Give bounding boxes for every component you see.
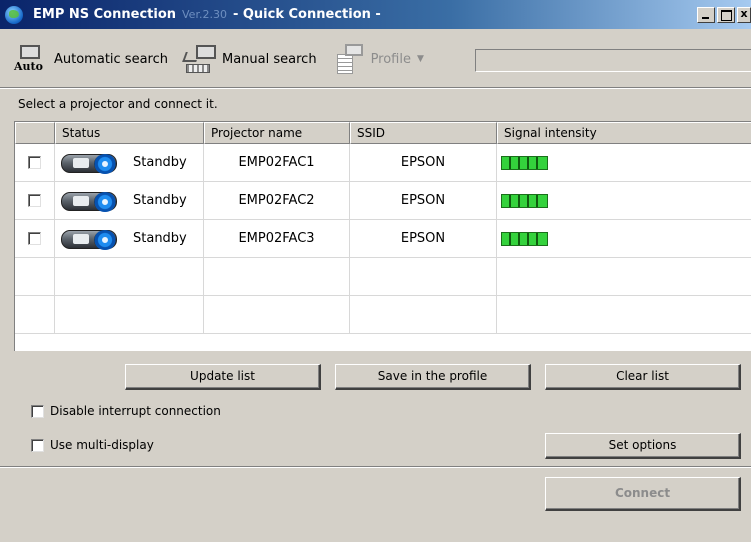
instruction-text: Select a projector and connect it. bbox=[18, 97, 218, 111]
window-version: Ver.2.30 bbox=[182, 8, 227, 21]
toolbar-divider bbox=[0, 87, 751, 89]
table-row[interactable]: Standby EMP02FAC3 EPSON bbox=[15, 220, 751, 258]
save-in-profile-button[interactable]: Save in the profile bbox=[335, 364, 531, 390]
status-text: Standby bbox=[133, 193, 187, 208]
multi-display-option[interactable]: Use multi-display bbox=[31, 438, 154, 452]
status-text: Standby bbox=[133, 231, 187, 246]
row-checkbox[interactable] bbox=[28, 232, 41, 245]
signal-strength-icon bbox=[501, 155, 548, 170]
projector-table: Status Projector name SSID Signal intens… bbox=[14, 121, 751, 351]
window-title: EMP NS Connection bbox=[33, 7, 176, 22]
status-text: Standby bbox=[133, 155, 187, 170]
automatic-search-icon: Auto bbox=[14, 42, 50, 76]
window-subtitle: - Quick Connection - bbox=[232, 7, 381, 22]
row-checkbox[interactable] bbox=[28, 194, 41, 207]
multi-display-checkbox[interactable] bbox=[31, 438, 44, 452]
profile-label: Profile bbox=[370, 51, 411, 67]
manual-search-button[interactable]: Manual search bbox=[182, 42, 317, 76]
header-status[interactable]: Status bbox=[55, 122, 204, 144]
projector-icon bbox=[61, 189, 119, 213]
automatic-search-button[interactable]: Auto Automatic search bbox=[14, 42, 168, 76]
multi-display-label: Use multi-display bbox=[50, 438, 154, 452]
header-signal-intensity[interactable]: Signal intensity bbox=[497, 122, 751, 144]
disable-interrupt-checkbox[interactable] bbox=[31, 404, 44, 418]
row-checkbox[interactable] bbox=[28, 156, 41, 169]
header-select[interactable] bbox=[15, 122, 55, 144]
footer-divider bbox=[0, 466, 751, 468]
profile-path-field bbox=[475, 49, 751, 72]
signal-strength-icon bbox=[501, 193, 548, 208]
header-projector-name[interactable]: Projector name bbox=[204, 122, 350, 144]
quick-connection-window: EMP NS Connection Ver.2.30 - Quick Conne… bbox=[0, 0, 751, 542]
ssid: EPSON bbox=[400, 231, 446, 246]
projector-name: EMP02FAC2 bbox=[238, 193, 315, 208]
table-row[interactable]: Standby EMP02FAC1 EPSON bbox=[15, 144, 751, 182]
close-button[interactable]: x bbox=[737, 6, 751, 23]
disable-interrupt-option[interactable]: Disable interrupt connection bbox=[31, 404, 221, 418]
set-options-button[interactable]: Set options bbox=[545, 433, 741, 459]
clear-list-button[interactable]: Clear list bbox=[545, 364, 741, 390]
signal-strength-icon bbox=[501, 231, 548, 246]
maximize-button[interactable] bbox=[717, 6, 735, 23]
projector-name: EMP02FAC1 bbox=[238, 155, 315, 170]
manual-search-icon bbox=[182, 42, 218, 76]
ssid: EPSON bbox=[400, 155, 446, 170]
table-header: Status Projector name SSID Signal intens… bbox=[15, 122, 751, 144]
projector-icon bbox=[61, 151, 119, 175]
manual-search-label: Manual search bbox=[222, 51, 317, 67]
update-list-button[interactable]: Update list bbox=[125, 364, 321, 390]
empty-row bbox=[15, 258, 751, 296]
profile-icon bbox=[331, 42, 367, 76]
table-row[interactable]: Standby EMP02FAC2 EPSON bbox=[15, 182, 751, 220]
title-bar[interactable]: EMP NS Connection Ver.2.30 - Quick Conne… bbox=[0, 0, 751, 29]
profile-button[interactable]: Profile ▼ bbox=[331, 42, 424, 76]
disable-interrupt-label: Disable interrupt connection bbox=[50, 404, 221, 418]
automatic-search-label: Automatic search bbox=[54, 51, 168, 67]
header-ssid[interactable]: SSID bbox=[350, 122, 497, 144]
connect-button[interactable]: Connect bbox=[545, 477, 741, 511]
minimize-button[interactable] bbox=[697, 6, 715, 23]
globe-icon bbox=[5, 4, 29, 26]
table-body: Standby EMP02FAC1 EPSON Standby EMP02FAC… bbox=[15, 144, 751, 334]
profile-dropdown-icon[interactable]: ▼ bbox=[417, 54, 424, 64]
ssid: EPSON bbox=[400, 193, 446, 208]
projector-name: EMP02FAC3 bbox=[238, 231, 315, 246]
empty-row bbox=[15, 296, 751, 334]
projector-icon bbox=[61, 227, 119, 251]
